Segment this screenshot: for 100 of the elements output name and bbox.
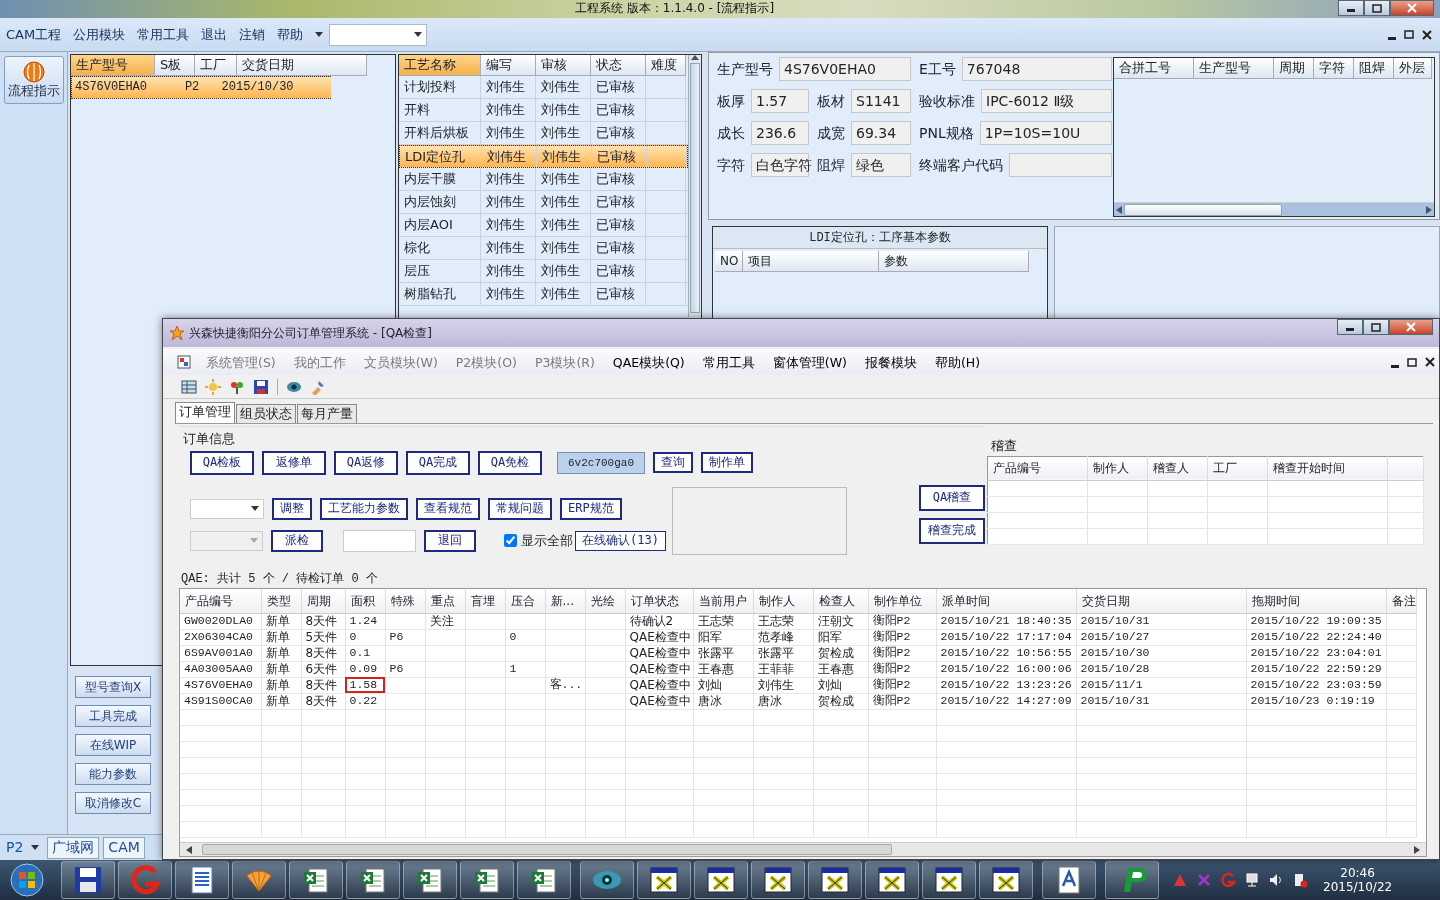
taskbar-button[interactable] [865, 861, 919, 899]
table-row[interactable]: 内层干膜 刘伟生 刘伟生 已审核 [399, 168, 688, 191]
search-field[interactable]: 6v2c700ga0 [557, 451, 645, 474]
taskbar-button[interactable] [808, 861, 862, 899]
text-field[interactable]: 767048 [961, 57, 1112, 81]
table-icon[interactable] [181, 378, 197, 395]
return-button[interactable]: 退回 [424, 529, 477, 552]
column-header[interactable]: 外层 [1394, 58, 1432, 79]
taskbar-button[interactable] [922, 861, 976, 899]
triangle-icon[interactable] [1172, 872, 1188, 888]
column-header[interactable]: 稽查开始时间 [1267, 456, 1388, 481]
text-field[interactable]: 1.57 [751, 89, 809, 113]
menu-item[interactable]: 窗体管理(W) [763, 354, 856, 370]
menu-item[interactable]: 帮助(H) [925, 354, 990, 370]
menu-item[interactable]: 公用模块 [67, 26, 132, 43]
table-row[interactable]: 层压 刘伟生 刘伟生 已审核 [399, 260, 688, 283]
audit-button[interactable]: QA稽查 [919, 484, 985, 511]
side-button[interactable]: 能力参数 [75, 763, 151, 785]
column-header[interactable]: 审核 [536, 55, 591, 76]
maximize-button[interactable] [1363, 319, 1389, 335]
column-header[interactable]: 工厂 [1207, 456, 1268, 481]
swirl-icon[interactable] [1220, 872, 1236, 888]
table-row[interactable]: 计划投料 刘伟生 刘伟生 已审核 [399, 76, 688, 99]
column-header[interactable]: 面积 [345, 589, 385, 614]
minimize-icon[interactable] [1391, 364, 1399, 368]
table-row[interactable]: 4S76V0EHA0 P2 2015/10/30 [71, 76, 331, 99]
column-header[interactable]: 周期 [1274, 58, 1314, 79]
minimize-button[interactable] [1337, 319, 1363, 335]
menu-item[interactable]: 常用工具 [693, 354, 764, 370]
column-header[interactable]: 合拼工号 [1114, 58, 1194, 79]
side-button[interactable]: 型号查询X [75, 676, 151, 698]
bottom-tab[interactable]: 广域网 [47, 836, 100, 859]
dropdown-field[interactable] [190, 530, 264, 551]
audit-button[interactable]: 稽查完成 [919, 517, 985, 544]
column-header[interactable]: 产品编号 [180, 589, 261, 614]
column-header[interactable]: 生产型号 [71, 55, 155, 76]
restore-icon[interactable] [1407, 357, 1417, 367]
column-header[interactable]: 参数 [879, 251, 1029, 272]
column-header[interactable]: 新... [545, 589, 585, 614]
tool-button[interactable]: 查看规范 [416, 497, 480, 520]
column-header[interactable]: 阻焊 [1354, 58, 1394, 79]
taskbar-button[interactable] [1105, 861, 1159, 899]
power-icon[interactable] [1292, 872, 1308, 888]
side-button[interactable]: 工具完成 [75, 705, 151, 727]
taskbar-button[interactable] [403, 861, 457, 899]
column-header[interactable]: 订单状态 [625, 589, 693, 614]
taskbar-button[interactable] [460, 861, 514, 899]
menu-item[interactable]: 报餐模块 [855, 354, 926, 370]
column-header[interactable]: 交货日期 [237, 55, 367, 76]
menu-item[interactable]: QAE模块(Q) [603, 354, 694, 370]
dropdown-field[interactable] [190, 498, 264, 519]
column-header[interactable]: 编写 [481, 55, 536, 76]
menu-item[interactable]: 常用工具 [131, 26, 196, 43]
column-header[interactable]: NO [715, 251, 743, 272]
text-field[interactable]: 1P=10S=10U [979, 121, 1112, 145]
scrollbar[interactable] [180, 842, 1426, 856]
column-header[interactable]: S板 [155, 55, 195, 76]
close-button[interactable] [1389, 319, 1433, 335]
query-button[interactable]: 制作单 [701, 452, 753, 474]
taskbar-button[interactable] [289, 861, 343, 899]
text-field[interactable]: IPC-6012 Ⅱ级 [981, 89, 1112, 113]
table-row[interactable]: 内层AOI 刘伟生 刘伟生 已审核 [399, 214, 688, 237]
text-field[interactable]: 236.6 [751, 121, 809, 145]
tool-button[interactable]: 工艺能力参数 [320, 497, 408, 520]
text-field[interactable]: S1141 [851, 89, 911, 113]
taskbar-button[interactable] [751, 861, 805, 899]
action-button[interactable]: QA检板 [190, 450, 254, 475]
scrollbar[interactable] [1114, 202, 1434, 216]
column-header[interactable]: 交货日期 [1076, 589, 1246, 614]
taskbar-button[interactable] [175, 861, 229, 899]
tool-button[interactable]: ERP规范 [560, 497, 622, 520]
text-field[interactable]: 4S76V0EHA0 [779, 57, 911, 81]
tool-button[interactable]: 常规问题 [488, 497, 552, 520]
table-row[interactable]: LDI定位孔 刘伟生 刘伟生 已审核 [399, 145, 688, 168]
taskbar-button[interactable] [61, 861, 115, 899]
close-icon[interactable] [1422, 29, 1432, 40]
taskbar-button[interactable] [694, 861, 748, 899]
taskbar-button[interactable] [232, 861, 286, 899]
close-icon[interactable] [1425, 357, 1435, 367]
action-button[interactable]: 返修单 [262, 450, 326, 475]
column-header[interactable]: 类型 [261, 589, 301, 614]
column-header[interactable]: 备注 [1386, 589, 1416, 614]
column-header[interactable]: 光绘 [585, 589, 625, 614]
clock-date[interactable]: 2015/10/22 [1323, 880, 1393, 895]
column-header[interactable]: 拖期时间 [1246, 589, 1386, 614]
tab[interactable]: 订单管理 [175, 402, 235, 423]
table-row[interactable]: 开料 刘伟生 刘伟生 已审核 [399, 99, 688, 122]
menu-item[interactable]: 退出 [195, 26, 234, 43]
column-header[interactable]: 产品编号 [987, 456, 1088, 481]
taskbar-button[interactable] [517, 861, 571, 899]
tab[interactable]: 组员状态 [236, 404, 296, 423]
query-button[interactable]: 查询 [653, 452, 693, 474]
text-field[interactable] [1009, 153, 1112, 177]
column-header[interactable]: 重点 [425, 589, 465, 614]
maximize-button[interactable] [1364, 0, 1390, 16]
tools-icon[interactable] [310, 378, 326, 395]
dropdown-field[interactable] [329, 23, 428, 46]
column-header[interactable]: 稽查人 [1147, 456, 1208, 481]
taskbar-button[interactable] [346, 861, 400, 899]
taskbar-button[interactable] [580, 861, 634, 899]
